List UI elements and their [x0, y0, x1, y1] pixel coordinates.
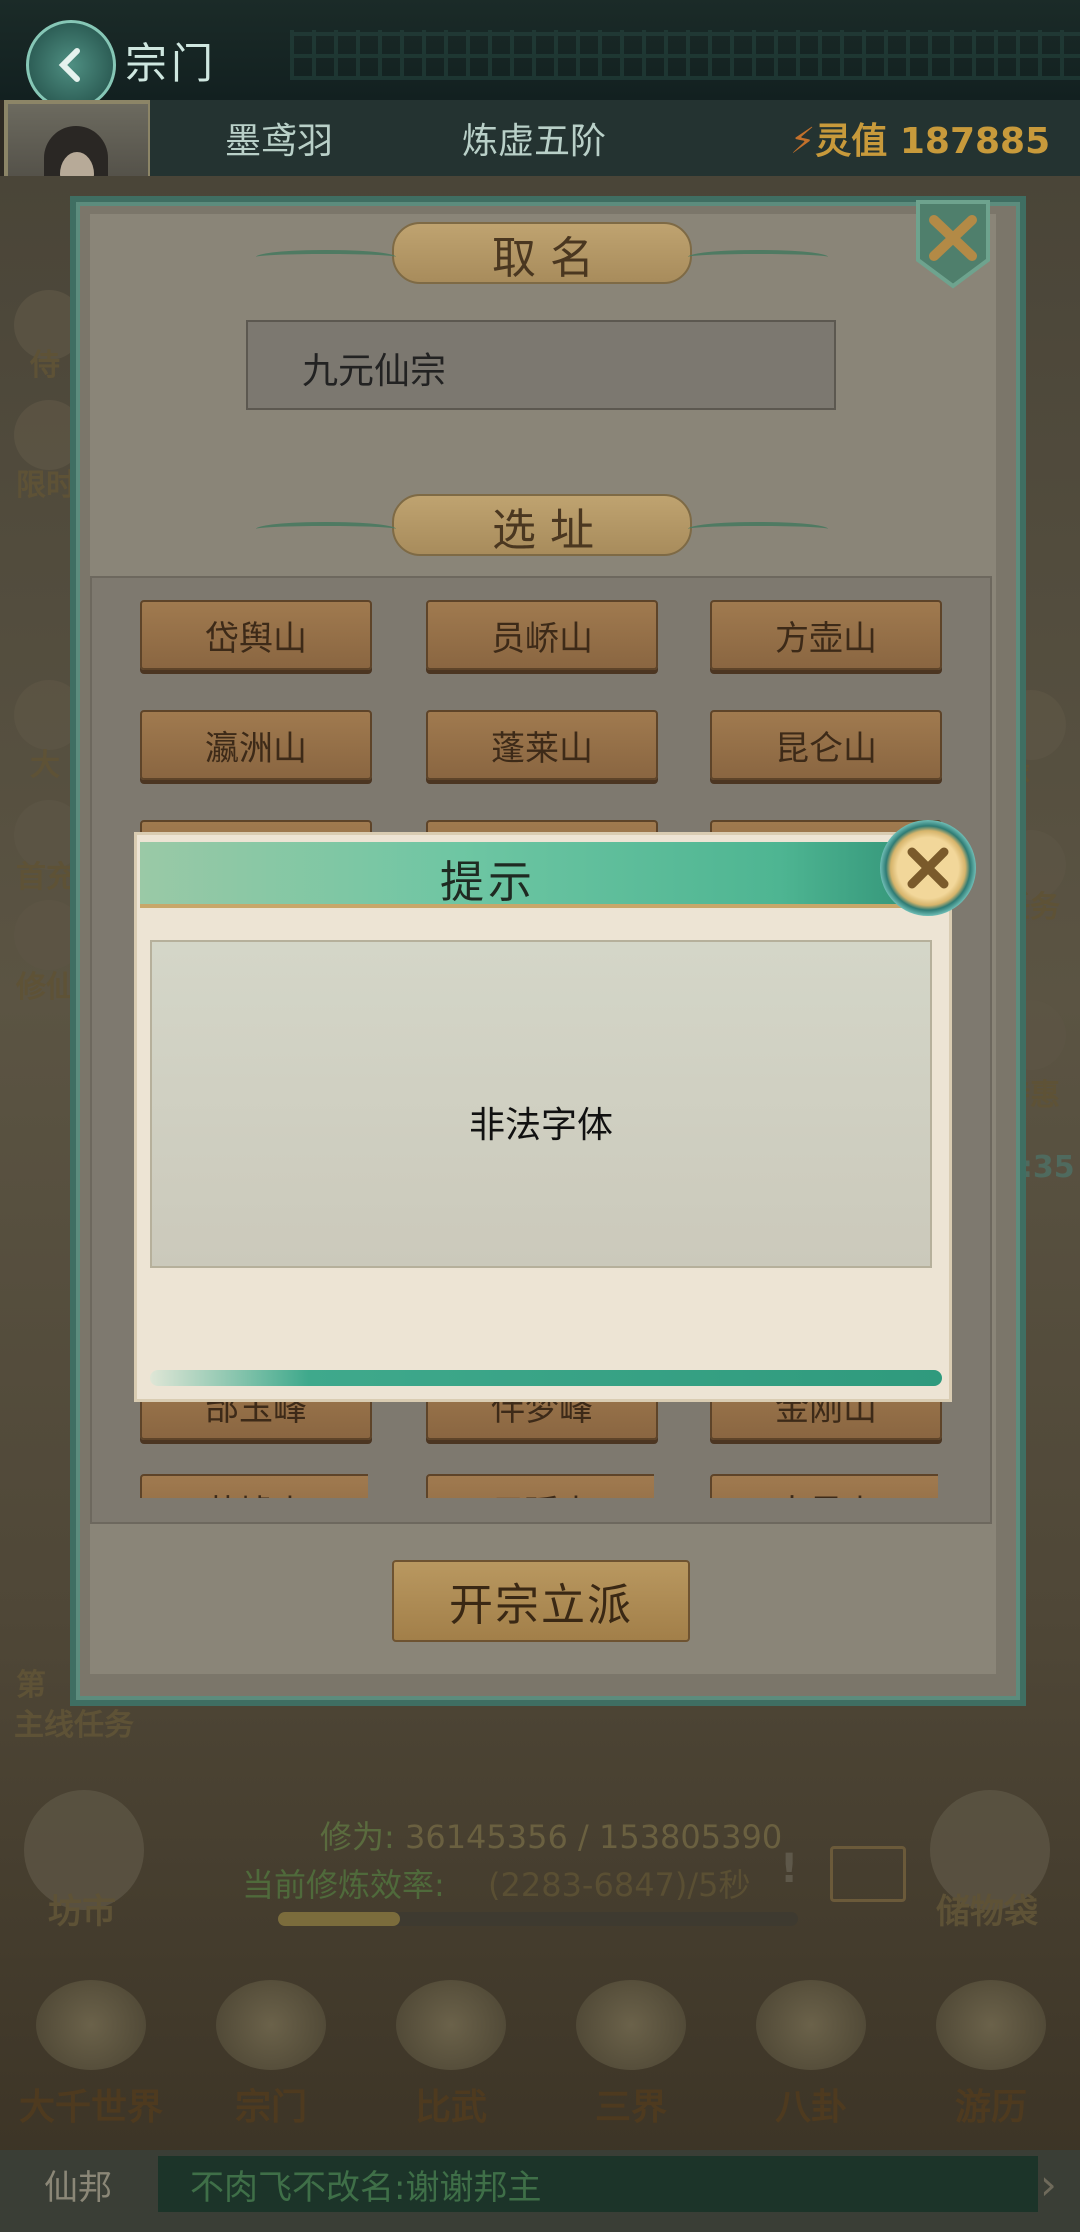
side-label-attendant: 侍	[30, 348, 60, 383]
video-reward-icon[interactable]	[830, 1846, 906, 1902]
nav-world-label: 大千世界	[18, 2087, 163, 2128]
nav-bagua-label: 八卦	[774, 2087, 847, 2128]
lingzhi-label: 灵值	[815, 121, 888, 162]
alert-modal-title: 提示	[440, 857, 536, 908]
side-label-cultivate: 修仙	[16, 970, 76, 1005]
mountain-icon	[936, 1980, 1046, 2070]
back-button[interactable]	[26, 20, 116, 110]
cloud-ornament-right-2	[688, 522, 828, 536]
page-title: 宗门	[125, 39, 218, 88]
lingzhi-value: 187885	[899, 121, 1051, 162]
efficiency-value: (2283-6847)/5秒	[488, 1866, 751, 1904]
sect-name-value: 九元仙宗	[302, 351, 447, 392]
close-icon	[916, 200, 990, 289]
location-button[interactable]: 员峤山	[426, 600, 658, 670]
main-quest-label[interactable]: 主线任务	[14, 1700, 134, 1744]
bottom-nav: 大千世界 宗门 比武 三界 八卦 游历	[0, 1960, 1080, 2128]
location-button[interactable]: 蓬莱山	[426, 710, 658, 780]
player-name: 墨鸢羽	[225, 121, 334, 162]
lingzhi-display: ⚡灵值 187885	[790, 112, 1050, 164]
location-button[interactable]: 昆仑山	[710, 710, 942, 780]
lightning-icon: ⚡	[790, 121, 816, 162]
nav-travel-label: 游历	[954, 2087, 1027, 2128]
cloud-ornament-right	[688, 250, 828, 264]
back-arrow-icon	[58, 48, 80, 82]
storage-bag-label: 储物袋	[936, 1892, 1038, 1932]
alert-close-button[interactable]	[880, 820, 976, 916]
progress-label: 修为:	[320, 1818, 395, 1856]
nav-travel[interactable]: 游历	[916, 1980, 1066, 2130]
location-row-clipped: 云瑶山	[426, 1474, 654, 1498]
header-pattern	[290, 30, 1080, 80]
name-header: 取名	[492, 233, 608, 284]
chat-expand-arrow-icon[interactable]: ›	[1040, 2160, 1057, 2209]
address-header: 选址	[492, 505, 608, 556]
nav-three-realms-label: 三界	[594, 2087, 667, 2128]
progress-value: 36145356 / 153805390	[404, 1818, 783, 1856]
nav-sect-label: 宗门	[234, 2087, 307, 2128]
location-button[interactable]: 瀛洲山	[140, 710, 372, 780]
location-button[interactable]: 大昊山	[710, 1474, 938, 1498]
player-rank: 炼虚五阶	[462, 121, 607, 162]
world-icon	[36, 1980, 146, 2070]
location-row-clipped: 大昊山	[710, 1474, 938, 1498]
bagua-icon	[756, 1980, 866, 2070]
info-exclamation-icon[interactable]: !	[780, 1846, 798, 1892]
cultivation-progress: 修为: 36145356 / 153805390	[320, 1812, 782, 1858]
stage-label: 第	[16, 1668, 46, 1703]
location-button[interactable]: 岱舆山	[140, 600, 372, 670]
cloud-ornament-left	[256, 250, 396, 264]
nav-bagua[interactable]: 八卦	[736, 1980, 886, 2130]
location-button[interactable]: 方壶山	[710, 600, 942, 670]
side-label-limited: 限时	[16, 468, 76, 503]
nav-duel[interactable]: 比武	[376, 1980, 526, 2130]
nav-duel-label: 比武	[414, 2087, 487, 2128]
efficiency-label: 当前修炼效率:	[242, 1866, 445, 1904]
alert-modal-header	[140, 842, 940, 908]
cloud-ornament-left-2	[256, 522, 396, 536]
market-label: 坊市	[48, 1892, 116, 1932]
found-sect-button[interactable]: 开宗立派	[392, 1560, 690, 1642]
cultivation-bar-fill	[278, 1912, 401, 1926]
chat-channel[interactable]: 仙邦	[44, 2160, 112, 2209]
alert-header-divider	[140, 904, 940, 908]
nav-world[interactable]: 大千世界	[16, 1980, 166, 2130]
alert-message: 非法字体	[468, 1105, 613, 1146]
dialog-close-button[interactable]	[912, 200, 994, 290]
location-row-clipped: 茗墟山	[140, 1474, 368, 1498]
location-button[interactable]: 云瑶山	[426, 1474, 654, 1498]
sword-icon	[396, 1980, 506, 2070]
three-realms-icon	[576, 1980, 686, 2070]
nav-sect[interactable]: 宗门	[196, 1980, 346, 2130]
sect-icon	[216, 1980, 326, 2070]
chat-message: 不肉飞不改名:谢谢邦主	[190, 2168, 542, 2208]
alert-footer-bar	[150, 1370, 942, 1386]
close-icon	[907, 847, 949, 889]
side-label-first-charge: 首充	[16, 860, 76, 895]
location-button[interactable]: 茗墟山	[140, 1474, 368, 1498]
nav-three-realms[interactable]: 三界	[556, 1980, 706, 2130]
side-label-big: 大	[30, 748, 60, 783]
